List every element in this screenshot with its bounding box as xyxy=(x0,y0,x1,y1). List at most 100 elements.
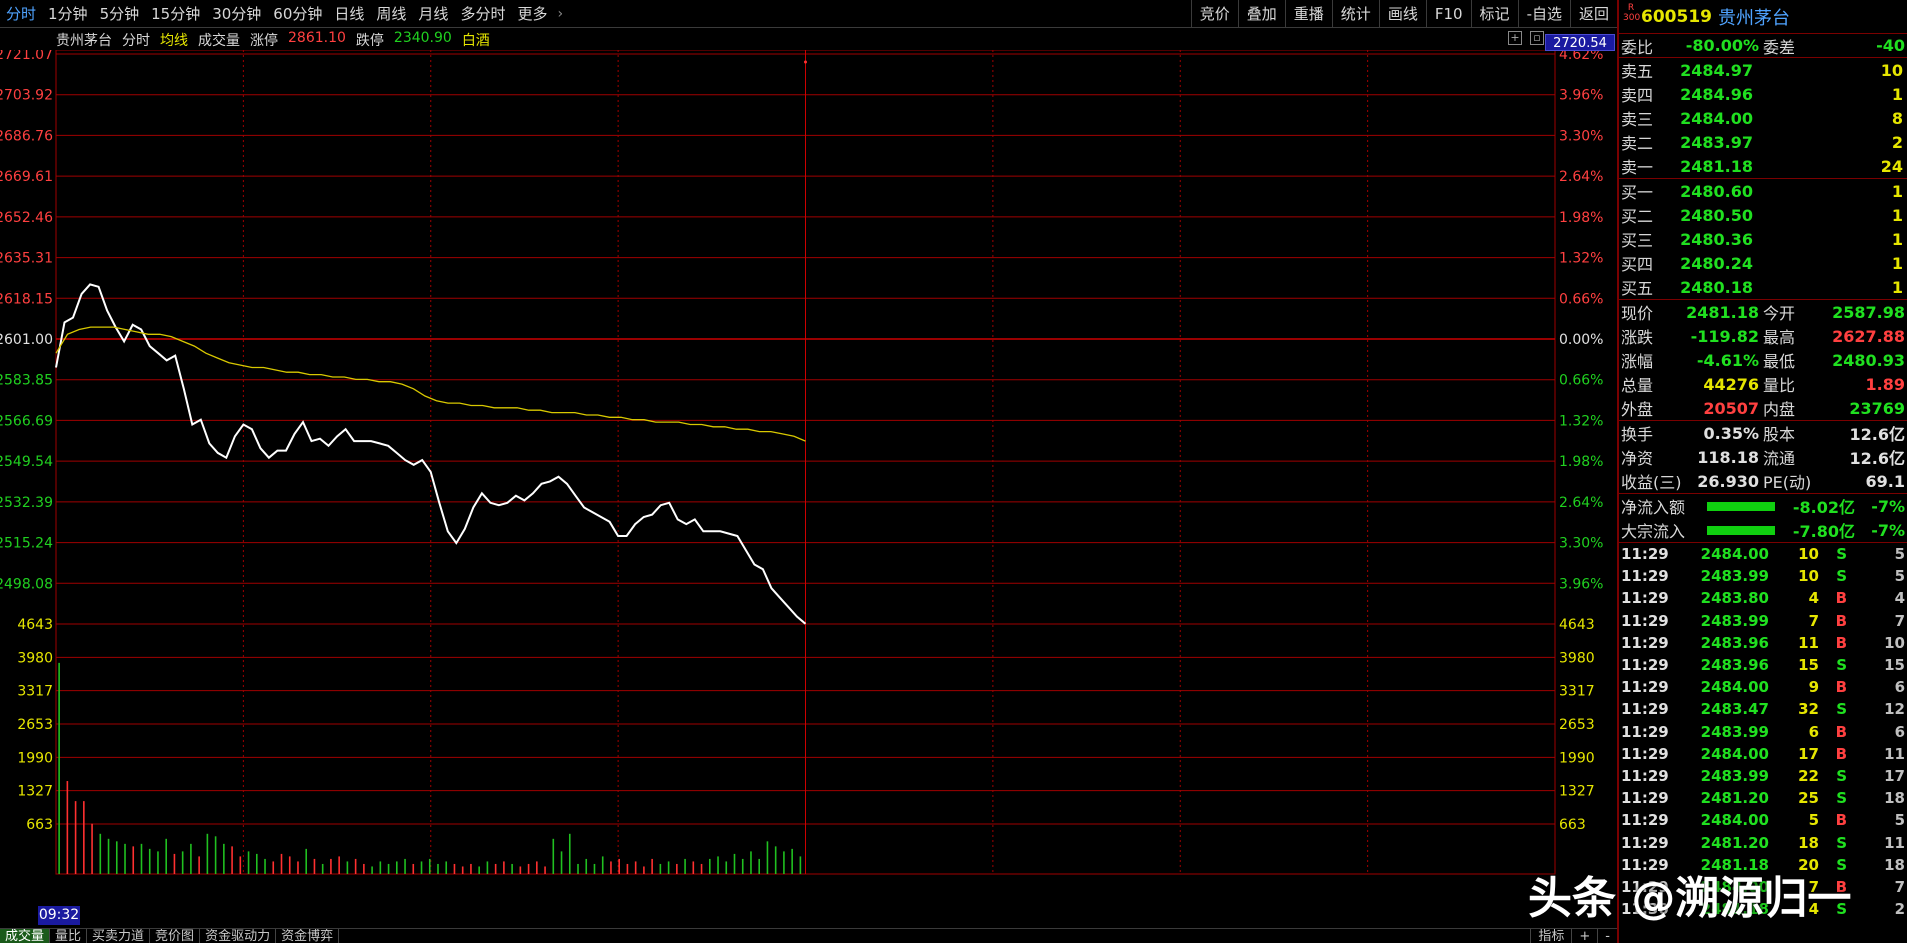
book-price: 2481.18 xyxy=(1680,156,1753,176)
tick-price: 2483.47 xyxy=(1700,700,1769,719)
tick-count: 15 xyxy=(1884,656,1905,675)
toolbar-button[interactable]: 统计 xyxy=(1331,0,1379,27)
indicator-control[interactable]: 指标 xyxy=(1530,929,1571,943)
ask-row[interactable]: 卖三 2484.00 8 xyxy=(1619,106,1907,130)
quote-label: 最高 xyxy=(1763,328,1796,347)
book-volume: 8 xyxy=(1891,108,1903,128)
book-volume: 24 xyxy=(1880,156,1903,176)
bid-row[interactable]: 买一 2480.60 1 xyxy=(1619,179,1907,203)
ask-row[interactable]: 卖四 2484.96 1 xyxy=(1619,82,1907,106)
tick-volume: 7 xyxy=(1808,611,1819,630)
indicator-tab[interactable]: 资金博弈 xyxy=(276,929,340,943)
tick-row: 11:29 2483.96 11 B 10 xyxy=(1619,632,1907,654)
tick-volume: 6 xyxy=(1808,722,1819,741)
ask-row[interactable]: 卖一 2481.18 24 xyxy=(1619,154,1907,178)
fund-label: 换手 xyxy=(1621,425,1654,444)
ask-row[interactable]: 卖二 2483.97 2 xyxy=(1619,130,1907,154)
tick-time: 11:29 xyxy=(1621,611,1669,630)
bid-row[interactable]: 买五 2480.18 1 xyxy=(1619,275,1907,299)
weibi-value: -80.00% xyxy=(1685,36,1759,55)
toolbar-button[interactable]: 竞价 xyxy=(1190,0,1238,27)
tick-price: 2484.00 xyxy=(1700,545,1769,564)
bid-row[interactable]: 买三 2480.36 1 xyxy=(1619,227,1907,251)
tick-side: B xyxy=(1835,633,1847,652)
ask-row[interactable]: 卖五 2484.97 10 xyxy=(1619,58,1907,82)
book-price: 2480.50 xyxy=(1680,205,1753,225)
intraday-chart[interactable]: 2721.07 4.62%2703.92 3.96%2686.76 3.30%2669… xyxy=(0,50,1617,906)
book-volume: 2 xyxy=(1891,132,1903,152)
pct-axis-label: 2.64% xyxy=(1559,495,1603,511)
period-tab[interactable]: 月线 xyxy=(412,0,454,28)
period-tab[interactable]: 周线 xyxy=(370,0,412,28)
quote-value: 23769 xyxy=(1849,398,1905,418)
tick-volume: 22 xyxy=(1798,766,1819,785)
toolbar-button[interactable]: 重播 xyxy=(1284,0,1332,27)
legend-stock-name: 贵州茅台 xyxy=(56,33,112,49)
quote-row: 外盘 20507 内盘 23769 xyxy=(1619,396,1907,420)
tick-price: 2484.00 xyxy=(1700,744,1769,763)
pct-axis-label: 3.30% xyxy=(1559,128,1603,144)
period-tab[interactable]: 5分钟 xyxy=(94,0,146,28)
quote-value: 1.89 xyxy=(1865,374,1905,394)
period-tab[interactable]: 15分钟 xyxy=(145,0,206,28)
expand-icon[interactable]: + xyxy=(1508,31,1522,45)
bid-row[interactable]: 买四 2480.24 1 xyxy=(1619,251,1907,275)
period-tab[interactable]: 多分时 xyxy=(454,0,511,28)
flow-row[interactable]: 净流入额 -8.02亿 -7% xyxy=(1619,494,1907,518)
quote-value: 44276 xyxy=(1703,374,1759,394)
quote-value: 2627.88 xyxy=(1832,326,1905,346)
toolbar-button[interactable]: -自选 xyxy=(1517,0,1570,27)
volume-axis-label: 2653 xyxy=(1559,717,1595,733)
indicator-tab[interactable]: 买卖力道 xyxy=(87,929,151,943)
ask-book: 卖五 2484.97 10 卖四 2484.96 1 卖三 2484.00 8 卖二 2483.97… xyxy=(1619,58,1907,179)
flow-value: -8.02亿 xyxy=(1792,498,1855,517)
fund-value: 26.930 xyxy=(1697,471,1759,491)
bid-book: 买一 2480.60 1 买二 2480.50 1 买三 2480.36 1 买四 2480.24 1… xyxy=(1619,179,1907,300)
flow-bar xyxy=(1707,501,1775,511)
period-tab[interactable]: 30分钟 xyxy=(206,0,267,28)
period-tab[interactable]: 1分钟 xyxy=(42,0,94,28)
quote-label: 量比 xyxy=(1763,376,1796,395)
indicator-tab[interactable]: 量比 xyxy=(50,929,88,943)
toolbar-button[interactable]: 返回 xyxy=(1569,0,1617,27)
legend-sector[interactable]: 白酒 xyxy=(462,30,490,50)
weicha-value: -40 xyxy=(1876,36,1905,55)
book-volume: 1 xyxy=(1891,205,1903,225)
price-axis-label: 2566.69 xyxy=(0,413,53,429)
window-icon[interactable]: ▫ xyxy=(1530,31,1544,45)
tick-volume: 17 xyxy=(1798,744,1819,763)
quote-label: 最低 xyxy=(1763,352,1796,371)
chevron-right-icon[interactable]: › xyxy=(553,6,567,22)
bid-row[interactable]: 买二 2480.50 1 xyxy=(1619,203,1907,227)
indicator-control[interactable]: + xyxy=(1571,929,1597,943)
tick-side: S xyxy=(1836,700,1847,719)
price-axis-label: 2721.07 xyxy=(0,50,53,63)
tick-row: 11:29 2484.00 17 B 11 xyxy=(1619,743,1907,765)
fund-row: 收益(三) 26.930 PE(动) 69.1 xyxy=(1619,469,1907,493)
flow-row[interactable]: 大宗流入 -7.80亿 -7% xyxy=(1619,518,1907,542)
toolbar-button[interactable]: 叠加 xyxy=(1237,0,1285,27)
legend-limit-up: 2861.10 xyxy=(288,30,346,46)
cursor-marker xyxy=(804,60,807,64)
indicator-tab[interactable]: 资金驱动力 xyxy=(200,929,277,943)
pct-axis-label: 0.66% xyxy=(1559,373,1603,389)
r-badge: R 300 xyxy=(1623,3,1641,23)
period-tab[interactable]: 更多 xyxy=(511,0,553,28)
tick-row: 11:29 2483.96 15 S 15 xyxy=(1619,654,1907,676)
stock-name[interactable]: 贵州茅台 xyxy=(1718,4,1790,30)
indicator-control[interactable]: - xyxy=(1597,929,1617,943)
period-tab[interactable]: 分时 xyxy=(0,0,42,28)
toolbar-button[interactable]: 画线 xyxy=(1378,0,1426,27)
indicator-tab[interactable]: 竞价图 xyxy=(150,929,201,943)
pct-axis-label: 3.30% xyxy=(1559,536,1603,552)
toolbar-button[interactable]: F10 xyxy=(1425,0,1471,27)
period-tab[interactable]: 日线 xyxy=(328,0,370,28)
toolbar-button[interactable]: 标记 xyxy=(1470,0,1518,27)
indicator-tab[interactable]: 成交量 xyxy=(0,929,51,943)
book-price: 2480.18 xyxy=(1680,277,1753,297)
tick-time: 11:29 xyxy=(1621,700,1669,719)
tick-row: 11:29 2483.99 22 S 17 xyxy=(1619,765,1907,787)
tick-price: 2484.00 xyxy=(1700,811,1769,830)
period-tab[interactable]: 60分钟 xyxy=(267,0,328,28)
book-volume: 1 xyxy=(1891,253,1903,273)
